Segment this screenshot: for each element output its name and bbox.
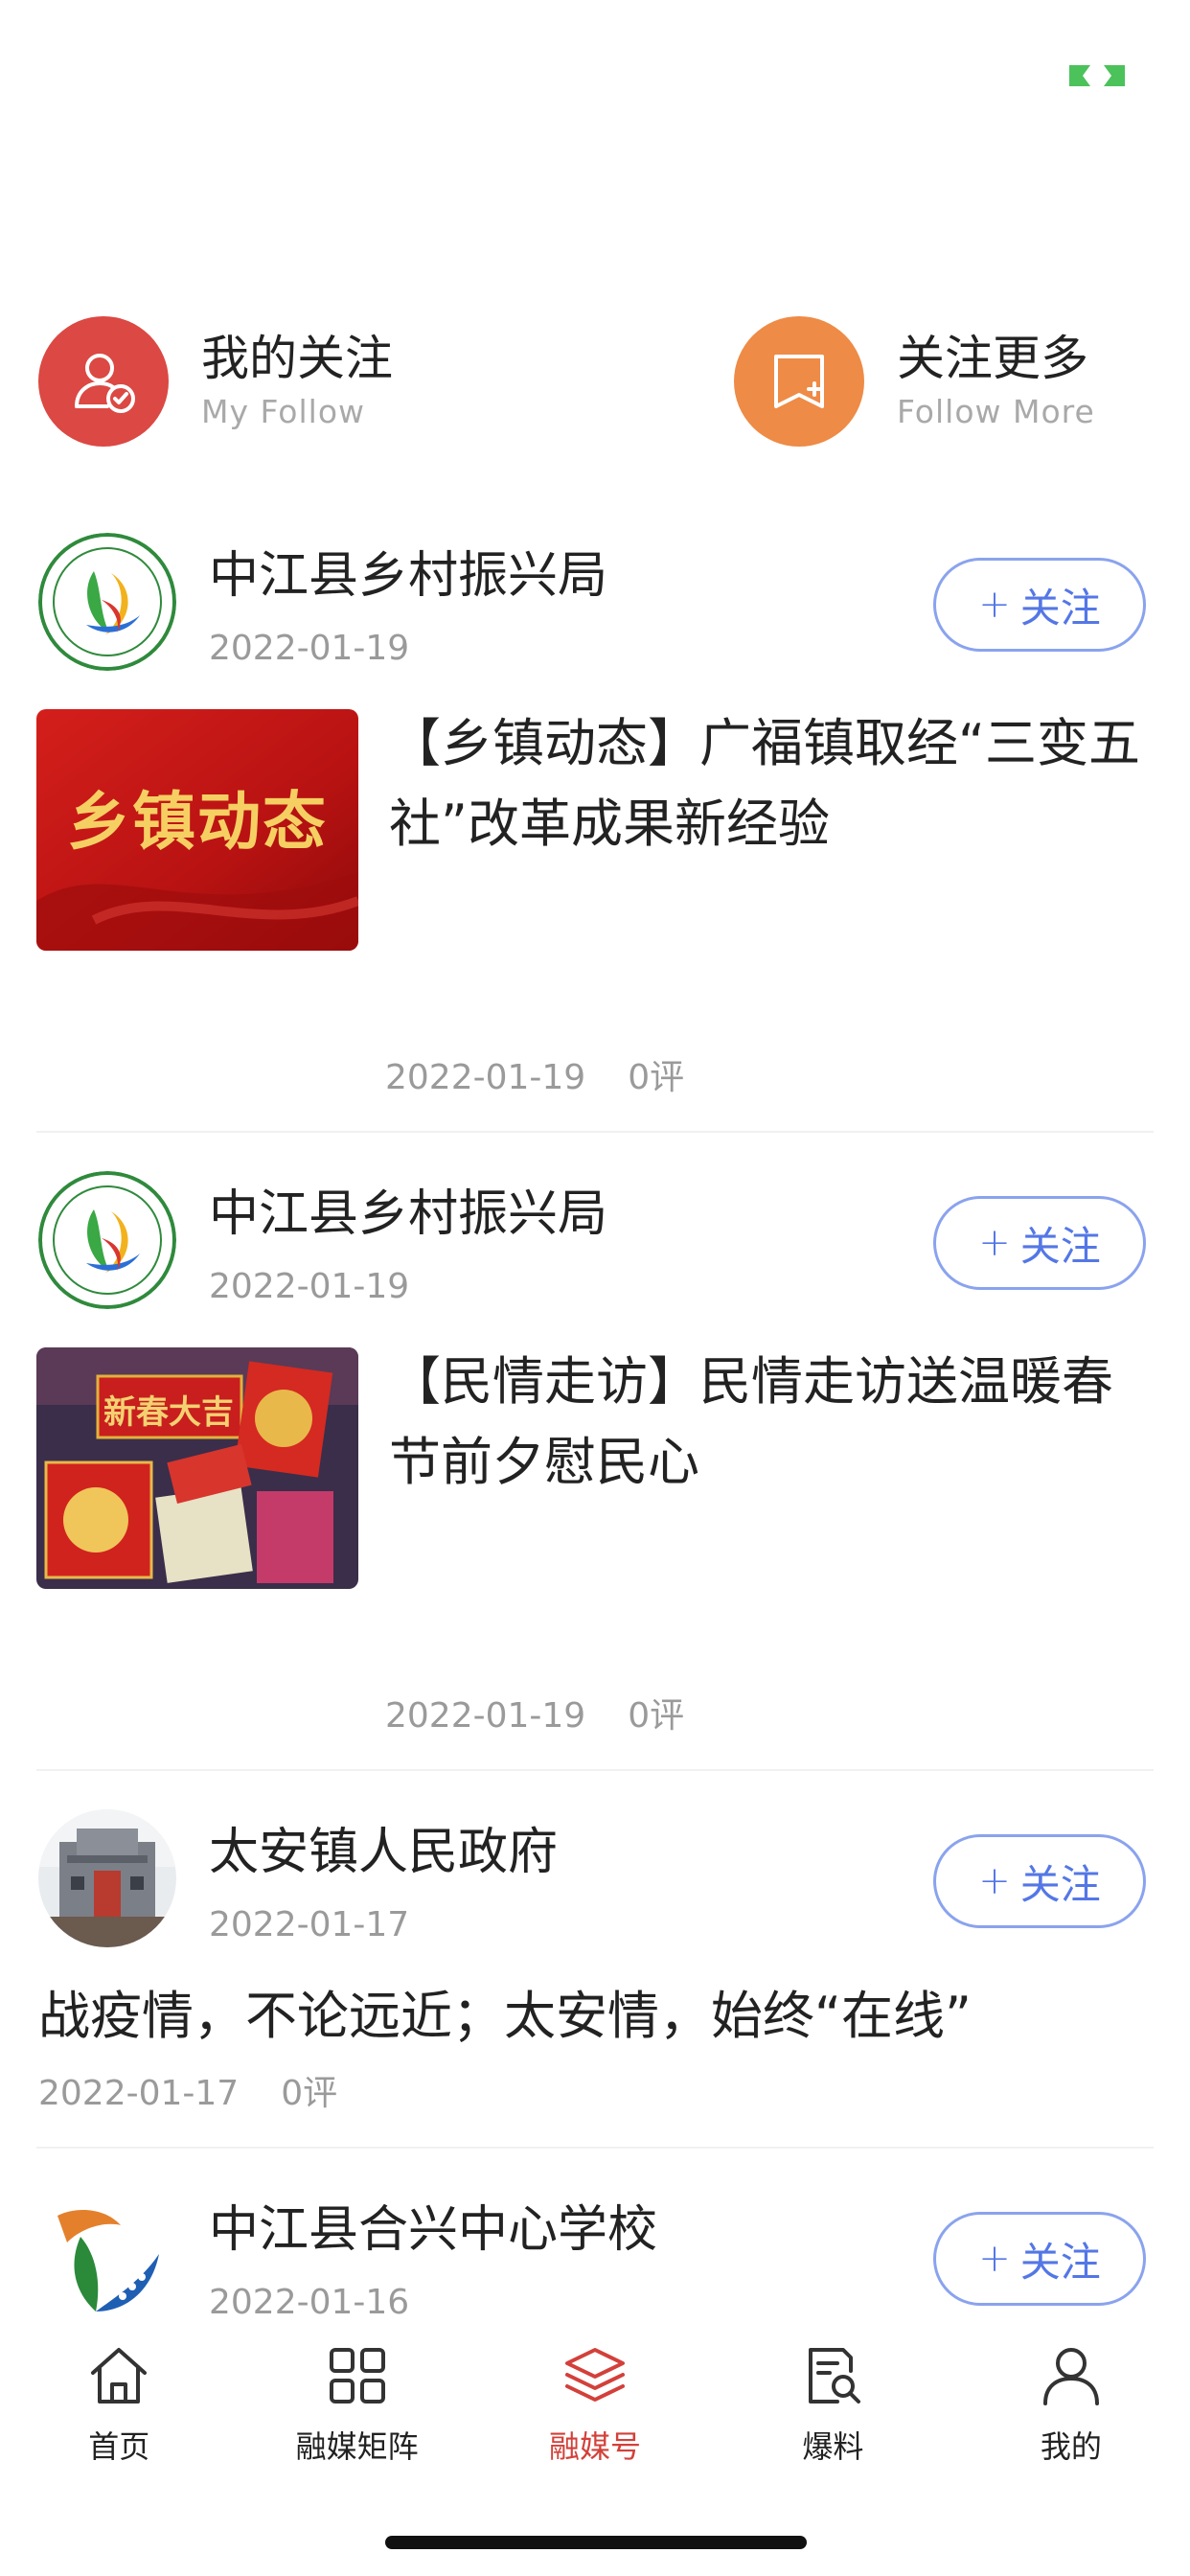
- account-name[interactable]: 太安镇人民政府: [209, 1819, 558, 1886]
- comment-count[interactable]: 0评: [628, 1058, 684, 1097]
- account-avatar[interactable]: [38, 533, 176, 671]
- article-date: 2022-01-17: [38, 2074, 240, 2113]
- tab-label: 首页: [88, 2428, 150, 2465]
- article-title[interactable]: 【民情走访】民情走访送温暖春节前夕慰民心: [389, 1342, 1156, 1503]
- home-icon: [91, 2348, 148, 2404]
- account-name[interactable]: 中江县合兴中心学校: [209, 2196, 657, 2264]
- follow-more-entry[interactable]: 关注更多 Follow More: [734, 316, 1095, 447]
- fullscreen-badge-icon[interactable]: [1065, 63, 1129, 88]
- article-meta: 2022-01-19 0评: [385, 1054, 684, 1102]
- home-indicator: [385, 2536, 807, 2549]
- report-search-icon: [809, 2348, 861, 2404]
- account-avatar[interactable]: [38, 1171, 176, 1309]
- thumbnail-text: 新春大吉: [103, 1393, 234, 1432]
- article-thumbnail[interactable]: 乡镇动态: [36, 709, 358, 951]
- tab-report[interactable]: 爆料: [714, 2329, 951, 2482]
- divider: [36, 2147, 1154, 2149]
- layers-icon: [565, 2348, 626, 2402]
- article-meta: 2022-01-17 0评: [38, 2070, 337, 2118]
- plus-icon: +: [978, 583, 1011, 627]
- tab-mine[interactable]: 我的: [952, 2329, 1190, 2482]
- account-date: 2022-01-19: [209, 1267, 410, 1306]
- follow-more-subtitle: Follow More: [897, 393, 1095, 430]
- tab-media-account[interactable]: 融媒号: [476, 2329, 714, 2482]
- follow-button[interactable]: + 关注: [933, 1196, 1146, 1290]
- tab-label: 融媒矩阵: [295, 2428, 419, 2465]
- divider: [36, 1131, 1154, 1133]
- tab-matrix[interactable]: 融媒矩阵: [238, 2329, 475, 2482]
- account-date: 2022-01-16: [209, 2283, 410, 2322]
- tab-label: 我的: [1040, 2428, 1102, 2465]
- comment-count[interactable]: 0评: [281, 2074, 337, 2113]
- person-icon: [1042, 2348, 1099, 2405]
- plus-icon: +: [978, 1221, 1011, 1265]
- tab-label: 融媒号: [549, 2428, 642, 2465]
- follow-button[interactable]: + 关注: [933, 558, 1146, 652]
- account-name[interactable]: 中江县乡村振兴局: [209, 542, 607, 610]
- tab-home[interactable]: 首页: [0, 2329, 238, 2482]
- user-check-icon: [38, 316, 169, 447]
- my-follow-subtitle: My Follow: [201, 393, 366, 430]
- plus-icon: +: [978, 2237, 1011, 2281]
- divider: [36, 1769, 1154, 1771]
- grid-icon: [329, 2348, 385, 2404]
- article-thumbnail[interactable]: 新春大吉: [36, 1347, 358, 1589]
- tab-label: 爆料: [802, 2428, 864, 2465]
- account-avatar[interactable]: [38, 2187, 176, 2325]
- follow-more-title: 关注更多: [897, 331, 1088, 386]
- article-meta: 2022-01-19 0评: [385, 1692, 684, 1740]
- thumbnail-text: 乡镇动态: [67, 785, 328, 859]
- tab-bar: 首页 融媒矩阵 融媒号 爆料 我的: [0, 2329, 1190, 2482]
- follow-button[interactable]: + 关注: [933, 2212, 1146, 2306]
- bookmark-plus-icon: [734, 316, 864, 447]
- comment-count[interactable]: 0评: [628, 1696, 684, 1736]
- follow-button[interactable]: + 关注: [933, 1834, 1146, 1928]
- article-title[interactable]: 【乡镇动态】广福镇取经“三变五社”改革成果新经验: [389, 703, 1156, 864]
- plus-icon: +: [978, 1859, 1011, 1903]
- account-date: 2022-01-19: [209, 629, 410, 668]
- account-avatar[interactable]: [38, 1809, 176, 1947]
- article-date: 2022-01-19: [385, 1058, 586, 1097]
- account-date: 2022-01-17: [209, 1905, 410, 1944]
- account-name[interactable]: 中江县乡村振兴局: [209, 1181, 607, 1248]
- article-date: 2022-01-19: [385, 1696, 586, 1736]
- my-follow-title: 我的关注: [201, 331, 393, 386]
- article-title[interactable]: 战疫情，不论远近；太安情，始终“在线”: [38, 1978, 1159, 2055]
- my-follow-entry[interactable]: 我的关注 My Follow: [38, 316, 393, 447]
